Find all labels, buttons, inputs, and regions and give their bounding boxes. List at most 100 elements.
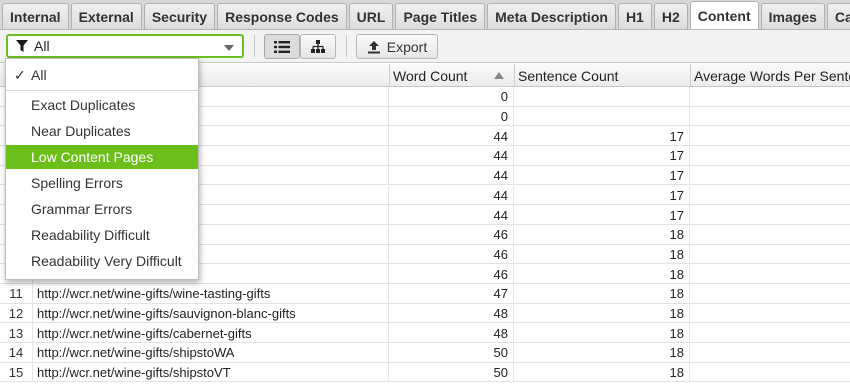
filter-option-low-content-pages[interactable]: Low Content Pages	[6, 145, 198, 169]
table-row[interactable]: 12 http://wcr.net/wine-gifts/sauvignon-bl…	[0, 303, 850, 324]
average-words-cell	[691, 186, 850, 206]
list-view-button[interactable]	[264, 34, 300, 59]
filter-option-label: Grammar Errors	[31, 201, 133, 217]
tab-images[interactable]: Images	[760, 3, 825, 29]
sentence-count-cell: 18	[515, 323, 690, 344]
word-count-cell: 0	[390, 87, 514, 107]
word-count-cell: 44	[390, 165, 514, 186]
row-index: 14	[0, 343, 33, 363]
sentence-count-cell: 18	[515, 224, 690, 245]
address-cell: http://wcr.net/wine-gifts/wine-tasting-g…	[34, 284, 389, 304]
address-cell: http://wcr.net/wine-gifts/shipstoVT	[34, 362, 389, 383]
table-row[interactable]: 15 http://wcr.net/wine-gifts/shipstoVT 50 1…	[0, 362, 850, 383]
sentence-count-cell: 18	[515, 244, 690, 265]
tab-content[interactable]: Content	[689, 1, 759, 29]
word-count-cell: 46	[390, 244, 514, 265]
column-header-word-count[interactable]: Word Count	[390, 64, 515, 87]
filter-option-all[interactable]: ✓ All	[6, 63, 198, 87]
tab-url[interactable]: URL	[348, 3, 394, 29]
filter-dropdown-menu: ✓ All Exact Duplicates Near Duplicates Low C…	[5, 58, 199, 280]
sentence-count-cell: 17	[515, 185, 690, 206]
tab-canonicals[interactable]: Canonicals	[826, 3, 850, 29]
filter-option-label: All	[31, 67, 47, 83]
sentence-count-cell	[515, 87, 690, 107]
filter-option-label: Exact Duplicates	[31, 97, 136, 113]
sentence-count-cell	[515, 106, 690, 127]
average-words-cell	[691, 284, 850, 304]
tree-view-icon	[311, 40, 325, 53]
word-count-cell: 50	[390, 343, 514, 363]
sentence-count-cell: 18	[515, 303, 690, 324]
word-count-cell: 48	[390, 303, 514, 324]
tab-security[interactable]: Security	[143, 3, 216, 29]
chevron-down-icon	[224, 45, 234, 51]
filter-value: All	[34, 38, 50, 54]
toolbar-separator	[254, 35, 255, 57]
tab-page-titles[interactable]: Page Titles	[395, 3, 486, 29]
export-button[interactable]: Export	[356, 34, 438, 59]
row-index: 12	[0, 303, 33, 324]
average-words-cell	[691, 343, 850, 363]
sentence-count-cell: 18	[515, 343, 690, 363]
filter-dropdown[interactable]: All	[6, 34, 244, 58]
sentence-count-cell: 18	[515, 362, 690, 383]
average-words-cell	[691, 363, 850, 383]
upload-icon	[367, 40, 380, 53]
address-cell: http://wcr.net/wine-gifts/sauvignon-blan…	[34, 303, 389, 324]
word-count-cell: 0	[390, 106, 514, 127]
toolbar-separator	[346, 35, 347, 57]
sentence-count-cell: 18	[515, 284, 690, 304]
average-words-cell	[691, 245, 850, 265]
filter-option-label: Low Content Pages	[31, 149, 154, 165]
column-header-sentence-count[interactable]: Sentence Count	[515, 64, 691, 87]
average-words-cell	[691, 304, 850, 324]
filter-option-label: Readability Difficult	[31, 227, 150, 243]
table-row[interactable]: 11 http://wcr.net/wine-gifts/wine-tasting…	[0, 284, 850, 304]
column-header-average-words[interactable]: Average Words Per Sentence	[691, 64, 850, 87]
filter-option-label: Readability Very Difficult	[31, 253, 182, 269]
tab-external[interactable]: External	[70, 3, 142, 29]
average-words-cell	[691, 107, 850, 127]
average-words-cell	[691, 225, 850, 245]
average-words-cell	[691, 166, 850, 186]
row-index: 11	[0, 284, 33, 304]
filter-option-spelling-errors[interactable]: Spelling Errors	[6, 171, 198, 195]
word-count-cell: 46	[390, 224, 514, 245]
average-words-cell	[691, 87, 850, 107]
word-count-cell: 44	[390, 205, 514, 225]
average-words-cell	[691, 205, 850, 225]
word-count-cell: 48	[390, 323, 514, 344]
filter-option-label: Near Duplicates	[31, 123, 131, 139]
tree-view-button[interactable]	[300, 34, 336, 59]
average-words-cell	[691, 323, 850, 343]
table-row[interactable]: 14 http://wcr.net/wine-gifts/shipstoWA 50 1…	[0, 343, 850, 363]
sentence-count-cell: 18	[515, 264, 690, 284]
funnel-icon	[16, 39, 28, 52]
word-count-cell: 44	[390, 185, 514, 206]
average-words-cell	[691, 126, 850, 146]
filter-option-label: Spelling Errors	[31, 175, 123, 191]
filter-option-readability-very-difficult[interactable]: Readability Very Difficult	[6, 249, 198, 273]
tab-meta-description[interactable]: Meta Description	[487, 3, 616, 29]
filter-option-near-duplicates[interactable]: Near Duplicates	[6, 119, 198, 143]
tab-h2[interactable]: H2	[653, 3, 688, 29]
tab-response-codes[interactable]: Response Codes	[217, 3, 347, 29]
tab-bar: Internal External Security Response Codes UR…	[0, 0, 850, 30]
word-count-cell: 47	[390, 284, 514, 304]
tab-internal[interactable]: Internal	[2, 3, 69, 29]
average-words-cell	[691, 146, 850, 166]
sort-ascending-icon	[494, 72, 504, 79]
row-index: 15	[0, 362, 33, 383]
column-header-word-count-label: Word Count	[393, 67, 468, 84]
menu-divider	[6, 90, 198, 91]
filter-option-readability-difficult[interactable]: Readability Difficult	[6, 223, 198, 247]
filter-option-grammar-errors[interactable]: Grammar Errors	[6, 197, 198, 221]
table-row[interactable]: 13 http://wcr.net/wine-gifts/cabernet-gif…	[0, 323, 850, 344]
address-cell: http://wcr.net/wine-gifts/shipstoWA	[34, 343, 389, 363]
row-index: 13	[0, 323, 33, 344]
word-count-cell: 50	[390, 362, 514, 383]
filter-option-exact-duplicates[interactable]: Exact Duplicates	[6, 93, 198, 117]
sentence-count-cell: 17	[515, 205, 690, 225]
word-count-cell: 44	[390, 126, 514, 147]
tab-h1[interactable]: H1	[617, 3, 652, 29]
